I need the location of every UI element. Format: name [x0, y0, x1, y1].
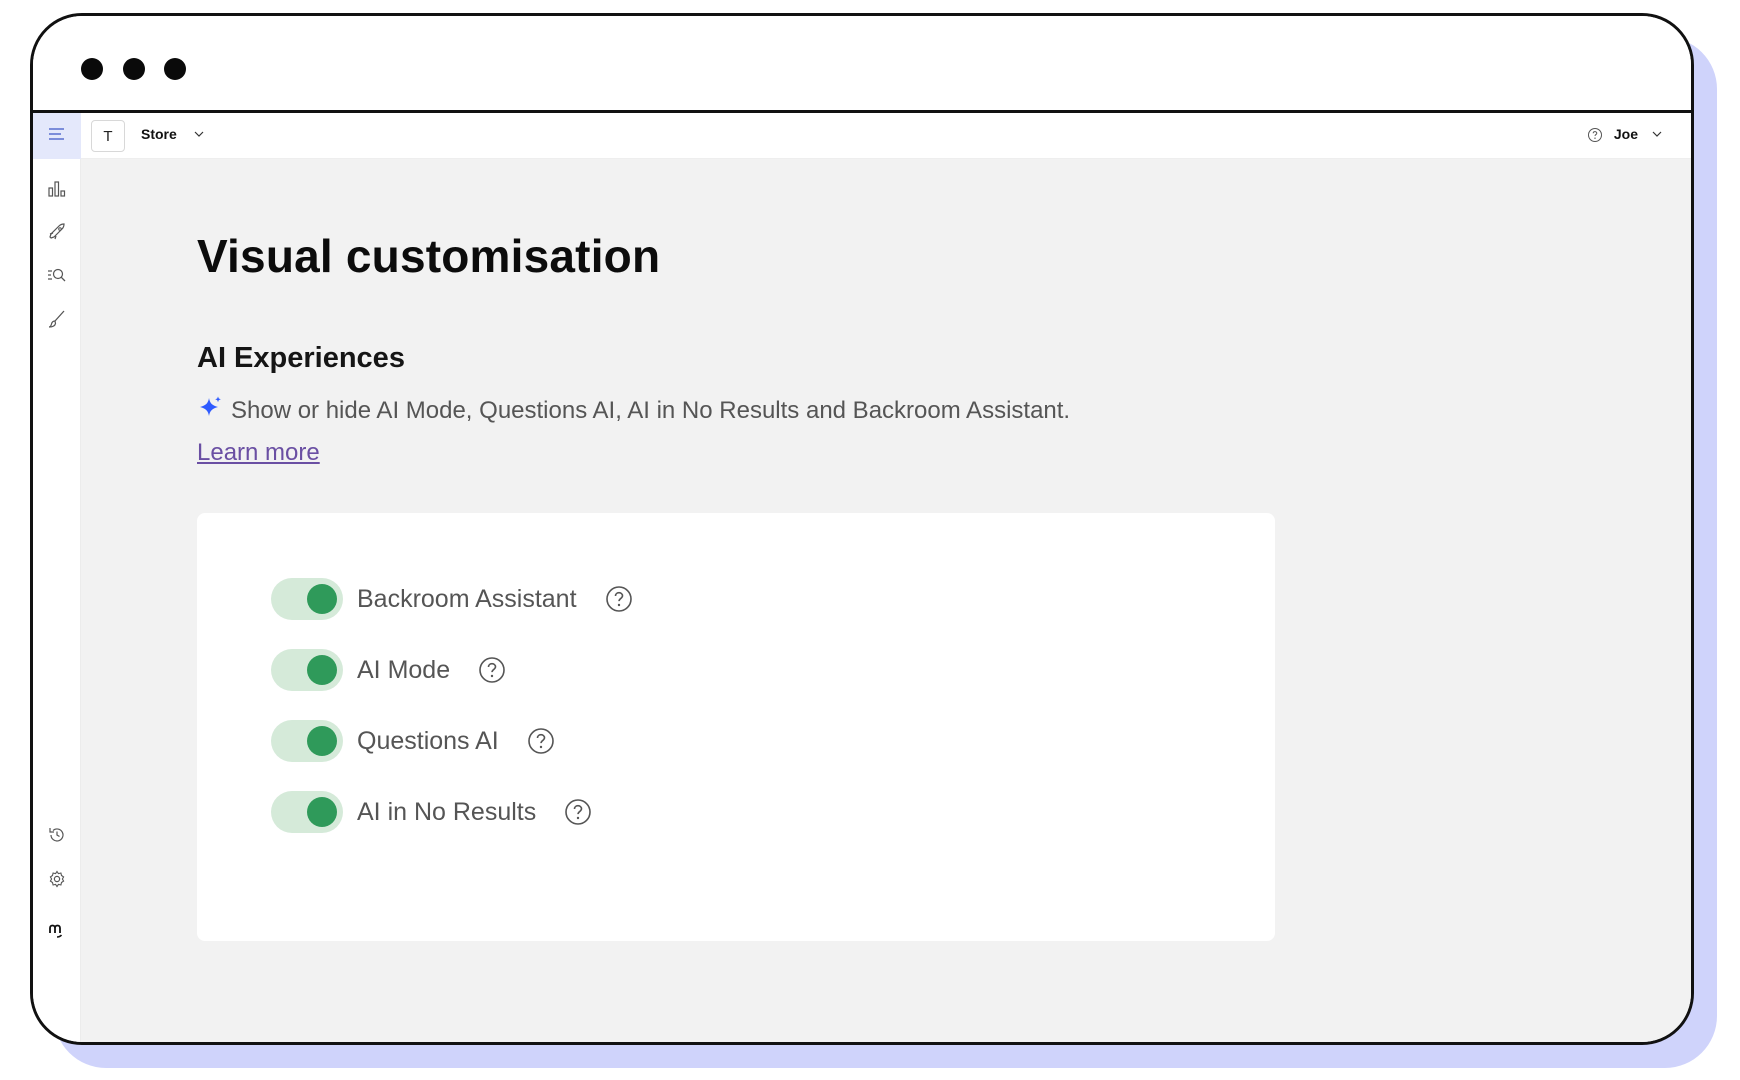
- user-menu-label[interactable]: Joe: [1614, 126, 1638, 142]
- toggle-row-questions-ai: Questions AI: [271, 719, 555, 763]
- sidebar-item-customise[interactable]: [45, 309, 69, 333]
- page-title: Visual customisation: [197, 230, 661, 282]
- toggle-knob: [307, 726, 337, 756]
- chevron-down-icon[interactable]: [193, 127, 205, 145]
- toggle-label: AI Mode: [357, 655, 451, 684]
- toggle-row-backroom-assistant: Backroom Assistant: [271, 577, 633, 621]
- toggle-label: Questions AI: [357, 726, 499, 755]
- learn-more-link[interactable]: Learn more: [197, 439, 320, 467]
- toggle-row-ai-mode: AI Mode: [271, 648, 506, 692]
- window-dot-close[interactable]: [81, 58, 103, 80]
- toggle-switch[interactable]: [271, 720, 343, 762]
- chevron-down-icon[interactable]: [1651, 127, 1663, 145]
- help-icon[interactable]: [1587, 127, 1603, 148]
- main-content: Visual customisation AI Experiences Show…: [81, 159, 1691, 1042]
- brush-icon: [47, 309, 67, 334]
- description-text: Show or hide AI Mode, Questions AI, AI i…: [231, 396, 1071, 424]
- store-avatar[interactable]: T: [91, 120, 125, 152]
- sidebar-brand-logo[interactable]: [45, 921, 69, 945]
- sparkle-icon: [197, 395, 223, 426]
- sidebar-item-search[interactable]: [45, 265, 69, 289]
- toggle-switch[interactable]: [271, 649, 343, 691]
- help-icon[interactable]: [527, 727, 555, 755]
- window-dot-maximize[interactable]: [164, 58, 186, 80]
- section-description: Show or hide AI Mode, Questions AI, AI i…: [197, 395, 1070, 426]
- help-icon[interactable]: [605, 585, 633, 613]
- history-icon: [47, 825, 67, 850]
- sidebar-item-history[interactable]: [45, 825, 69, 849]
- window-titlebar: [33, 16, 1691, 113]
- menu-icon: [48, 127, 66, 146]
- brand-logo-icon: [47, 921, 67, 946]
- toggle-label: AI in No Results: [357, 797, 537, 826]
- toggle-knob: [307, 797, 337, 827]
- rocket-icon: [47, 222, 67, 247]
- topbar: T Store Joe: [81, 113, 1691, 159]
- toggle-row-ai-in-no-results: AI in No Results: [271, 790, 592, 834]
- toggles-card: Backroom Assistant AI Mode Questions AI: [197, 513, 1275, 941]
- help-icon[interactable]: [564, 798, 592, 826]
- sidebar-item-settings[interactable]: [45, 869, 69, 893]
- sidebar-item-launch[interactable]: [45, 222, 69, 246]
- toggle-label: Backroom Assistant: [357, 584, 577, 613]
- store-selector-label[interactable]: Store: [141, 126, 177, 142]
- search-list-icon: [47, 265, 67, 290]
- section-title: AI Experiences: [197, 342, 405, 374]
- sidebar-toggle-button[interactable]: [33, 113, 81, 159]
- toggle-knob: [307, 584, 337, 614]
- sidebar-item-analytics[interactable]: [45, 179, 69, 203]
- help-icon[interactable]: [478, 656, 506, 684]
- app-shell: T Store Joe Visual customisation AI Expe…: [33, 113, 1691, 1042]
- toggle-switch[interactable]: [271, 578, 343, 620]
- chart-icon: [47, 179, 67, 204]
- window-dot-minimize[interactable]: [123, 58, 145, 80]
- gear-icon: [47, 869, 67, 894]
- toggle-switch[interactable]: [271, 791, 343, 833]
- sidebar: [33, 113, 81, 1042]
- browser-window: T Store Joe Visual customisation AI Expe…: [30, 13, 1694, 1045]
- toggle-knob: [307, 655, 337, 685]
